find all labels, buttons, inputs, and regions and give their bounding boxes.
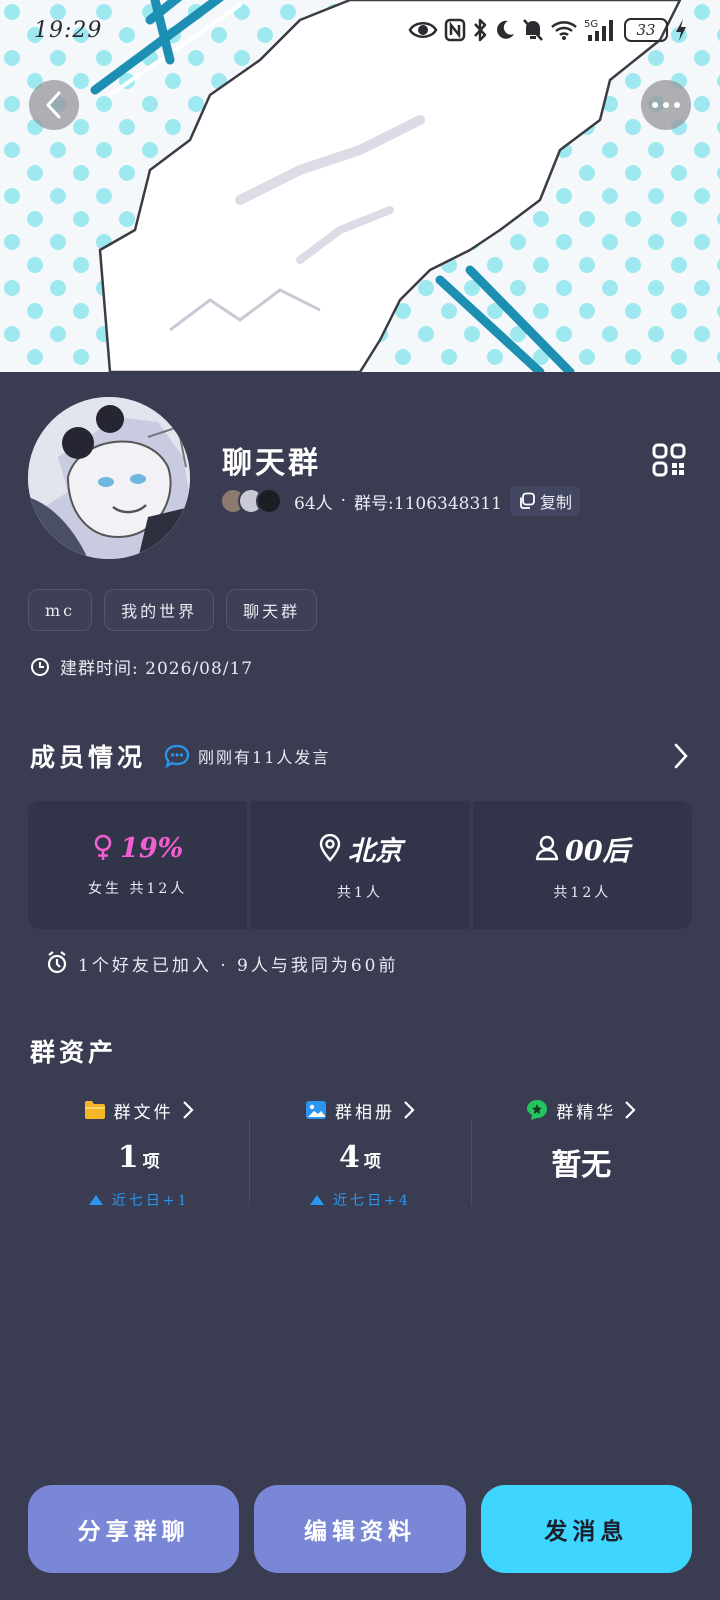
recent-activity-text: 刚刚有11人发言 <box>198 748 331 767</box>
asset-files-trend-text: 近七日+1 <box>111 1193 190 1209</box>
trend-up-icon <box>310 1195 325 1205</box>
asset-album-count: 4 <box>339 1140 360 1175</box>
eye-icon <box>408 16 438 44</box>
chat-bubble-icon <box>164 744 190 768</box>
members-section-header[interactable]: 成员情况 刚刚有11人发言 <box>30 736 690 776</box>
stat-location-sub: 共1人 <box>337 884 383 901</box>
tag-minecraft[interactable]: 我的世界 <box>104 589 215 631</box>
group-meta: 64人 · 群号:1106348311 复制 <box>220 485 580 517</box>
member-avatars[interactable] <box>220 488 286 514</box>
wifi-icon <box>550 16 578 44</box>
members-title: 成员情况 <box>30 743 147 772</box>
stat-age[interactable]: 00后 共12人 <box>472 801 692 929</box>
clock-icon <box>31 657 49 676</box>
asset-files-trend: 近七日+1 <box>88 1190 190 1210</box>
stat-location-value: 北京 <box>347 835 402 867</box>
asset-essence-count: 暂无 <box>551 1148 612 1183</box>
asset-files-count-row: 1 项 <box>118 1140 160 1180</box>
asset-album-trend-text: 近七日+4 <box>333 1193 411 1209</box>
stat-location-value-row: 北京 <box>318 829 402 868</box>
trend-up-icon <box>88 1195 103 1205</box>
asset-essence-header: 群精华 <box>526 1092 636 1128</box>
group-name: 聊天群 <box>222 446 321 481</box>
edit-profile-button[interactable]: 编辑资料 <box>254 1485 466 1573</box>
network-label: 5G <box>584 19 598 30</box>
status-icons: 5G 33 <box>408 16 688 44</box>
asset-files-unit: 项 <box>142 1152 160 1172</box>
asset-album-trend: 近七日+4 <box>309 1190 411 1210</box>
person-icon <box>535 835 559 861</box>
stat-location[interactable]: 北京 共1人 <box>250 801 470 929</box>
asset-album-count-row: 4 项 <box>339 1140 381 1180</box>
stat-gender[interactable]: 19% 女生 共12人 <box>28 801 248 929</box>
more-dots-icon <box>652 102 680 108</box>
member-count: 64人 <box>294 493 333 514</box>
group-tags: mc 我的世界 聊天群 <box>28 589 318 631</box>
tag-mc[interactable]: mc <box>28 589 93 631</box>
star-badge-icon <box>527 1100 548 1120</box>
qr-code-icon <box>652 443 686 477</box>
photo-icon <box>305 1101 326 1119</box>
stat-age-value-row: 00后 <box>535 829 630 868</box>
chevron-left-icon <box>45 91 61 119</box>
asset-files-label: 群文件 <box>113 1102 174 1123</box>
female-icon <box>94 834 112 860</box>
qr-code-button[interactable] <box>652 443 686 477</box>
chevron-right-icon <box>674 743 688 769</box>
member-avatar <box>256 488 282 514</box>
asset-album-label: 群相册 <box>334 1102 395 1123</box>
asset-files[interactable]: 群文件 1 项 近七日+1 <box>28 1092 249 1232</box>
asset-album-header: 群相册 <box>305 1092 415 1128</box>
back-button[interactable] <box>29 80 79 130</box>
nfc-icon <box>444 16 466 44</box>
chevron-right-icon <box>182 1101 194 1119</box>
bluetooth-icon <box>472 16 488 44</box>
send-message-button[interactable]: 发消息 <box>480 1485 692 1573</box>
location-pin-icon <box>319 834 341 862</box>
chevron-right-icon <box>625 1101 636 1119</box>
friends-summary-text: 1个好友已加入 · 9人与我同为60前 <box>78 955 399 976</box>
chevron-right-icon <box>404 1101 415 1119</box>
moon-icon <box>494 16 516 44</box>
stat-gender-value: 19% <box>120 832 184 864</box>
copy-icon <box>520 492 535 509</box>
folder-icon <box>84 1101 105 1119</box>
alarm-clock-icon <box>47 951 67 974</box>
battery-indicator: 33 <box>624 18 668 42</box>
action-bar: 分享群聊 编辑资料 发消息 <box>28 1485 692 1573</box>
group-number: 群号:1106348311 <box>354 493 502 514</box>
stat-age-value: 00后 <box>565 835 630 867</box>
signal-icon: 5G <box>584 16 618 44</box>
status-time: 19:29 <box>34 17 103 43</box>
asset-album-unit: 项 <box>363 1152 381 1172</box>
stat-age-sub: 共12人 <box>553 884 612 901</box>
share-group-button[interactable]: 分享群聊 <box>28 1485 240 1573</box>
friends-summary[interactable]: 1个好友已加入 · 9人与我同为60前 <box>46 950 398 976</box>
created-time: 建群时间: 2026/08/17 <box>30 654 253 679</box>
charging-icon <box>674 16 688 44</box>
asset-essence-label: 群精华 <box>556 1102 617 1123</box>
asset-album[interactable]: 群相册 4 项 近七日+4 <box>249 1092 470 1232</box>
status-bar: 19:29 5G 33 <box>0 0 720 60</box>
stat-gender-sub: 女生 共12人 <box>88 880 188 897</box>
assets-title: 群资产 <box>30 1038 118 1067</box>
recent-activity: 刚刚有11人发言 <box>164 744 330 768</box>
copy-button[interactable]: 复制 <box>509 486 580 516</box>
mute-bell-icon <box>522 16 544 44</box>
stat-gender-value-row: 19% <box>92 833 183 864</box>
asset-files-header: 群文件 <box>84 1092 194 1128</box>
asset-files-count: 1 <box>117 1140 139 1175</box>
asset-essence-count-row: 暂无 <box>551 1140 611 1183</box>
member-stats: 19% 女生 共12人 北京 共1人 00后 共12人 <box>28 801 692 929</box>
copy-label: 复制 <box>539 493 572 512</box>
more-button[interactable] <box>641 80 691 130</box>
asset-essence[interactable]: 群精华 暂无 <box>470 1092 692 1232</box>
tag-chat-group[interactable]: 聊天群 <box>226 589 318 631</box>
group-assets: 群文件 1 项 近七日+1 群相册 4 项 近七日+4 群精华 暂无 <box>28 1092 692 1232</box>
created-time-text: 建群时间: 2026/08/17 <box>60 659 254 679</box>
meta-separator: · <box>340 491 347 511</box>
group-avatar[interactable] <box>28 397 190 559</box>
